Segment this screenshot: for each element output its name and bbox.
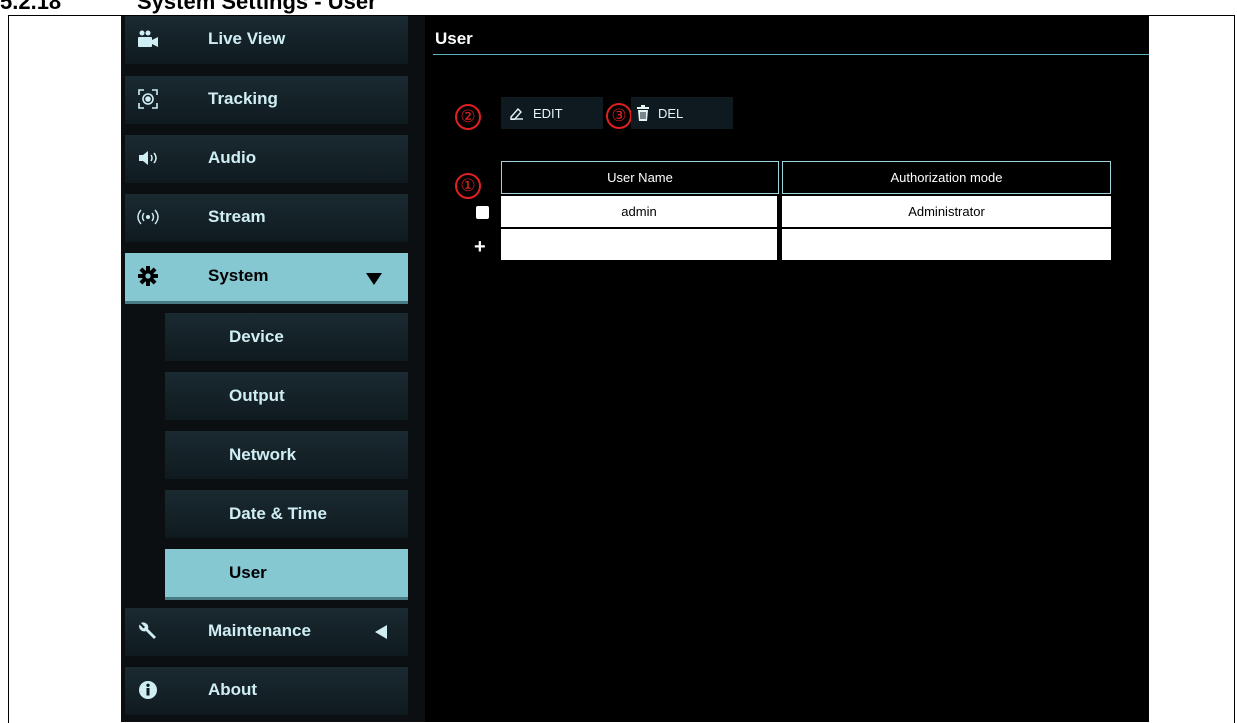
sidebar-item-label: Tracking <box>208 89 278 108</box>
sidebar-item-user[interactable]: User <box>165 549 408 597</box>
sidebar-item-audio[interactable]: Audio <box>125 135 408 183</box>
sidebar-item-network[interactable]: Network <box>165 431 408 479</box>
sidebar-item-tracking[interactable]: Tracking <box>125 76 408 124</box>
callout-edit: ② <box>455 104 481 130</box>
sidebar-item-label: Audio <box>208 148 257 167</box>
sidebar-item-stream[interactable]: Stream <box>125 194 408 242</box>
sidebar-subitem-label: User <box>229 563 267 582</box>
add-user-button[interactable]: + <box>474 236 486 259</box>
sidebar-item-about[interactable]: About <box>125 667 408 715</box>
sidebar-subitem-label: Output <box>229 386 285 405</box>
sidebar-item-maintenance[interactable]: Maintenance <box>125 608 408 656</box>
column-header-user-name: User Name <box>501 161 779 194</box>
callout-delete: ③ <box>606 103 632 129</box>
sidebar: Live View Tracking Audio Stream System D… <box>121 16 425 722</box>
page-title: User <box>435 29 473 48</box>
table-cell-new-authorization-mode[interactable] <box>782 229 1111 260</box>
tracking-target-icon <box>137 88 159 110</box>
wrench-icon <box>137 620 159 642</box>
callout-table: ① <box>455 173 481 199</box>
sidebar-subitem-label: Date & Time <box>229 504 327 523</box>
info-icon <box>137 679 159 701</box>
table-cell-new-user-name[interactable] <box>501 229 777 260</box>
pencil-icon <box>509 106 525 120</box>
sidebar-item-device[interactable]: Device <box>165 313 408 361</box>
chevron-left-icon <box>375 624 387 644</box>
row-select-checkbox[interactable] <box>476 206 489 219</box>
delete-button[interactable]: DEL <box>631 97 733 129</box>
column-header-authorization-mode: Authorization mode <box>782 161 1111 194</box>
speaker-icon <box>137 147 159 169</box>
delete-button-label: DEL <box>658 105 684 121</box>
video-camera-icon <box>137 28 159 50</box>
title-divider <box>433 54 1149 55</box>
chevron-down-icon <box>366 270 382 290</box>
sidebar-item-label: Live View <box>208 29 286 48</box>
gear-icon <box>137 265 159 287</box>
sidebar-item-date-time[interactable]: Date & Time <box>165 490 408 538</box>
section-title: System Settings - User <box>137 0 377 14</box>
trash-icon <box>636 105 650 121</box>
sidebar-subitem-label: Device <box>229 327 284 346</box>
table-cell-user-name[interactable]: admin <box>501 196 777 227</box>
edit-button-label: EDIT <box>533 105 563 121</box>
sidebar-item-label: Stream <box>208 207 266 226</box>
section-number: 5.2.18 <box>0 0 62 14</box>
sidebar-item-label: About <box>208 680 258 699</box>
sidebar-item-system[interactable]: System <box>125 253 408 301</box>
sidebar-item-label: Maintenance <box>208 621 311 640</box>
sidebar-item-output[interactable]: Output <box>165 372 408 420</box>
sidebar-item-live-view[interactable]: Live View <box>125 16 408 64</box>
document-heading: 5.2.18 System Settings - User <box>0 0 377 14</box>
sidebar-item-label: System <box>208 266 269 285</box>
table-cell-authorization-mode[interactable]: Administrator <box>782 196 1111 227</box>
app-screen: Live View Tracking Audio Stream System D… <box>121 16 1149 722</box>
edit-button[interactable]: EDIT <box>501 97 603 129</box>
broadcast-icon <box>137 206 159 228</box>
sidebar-subitem-label: Network <box>229 445 297 464</box>
